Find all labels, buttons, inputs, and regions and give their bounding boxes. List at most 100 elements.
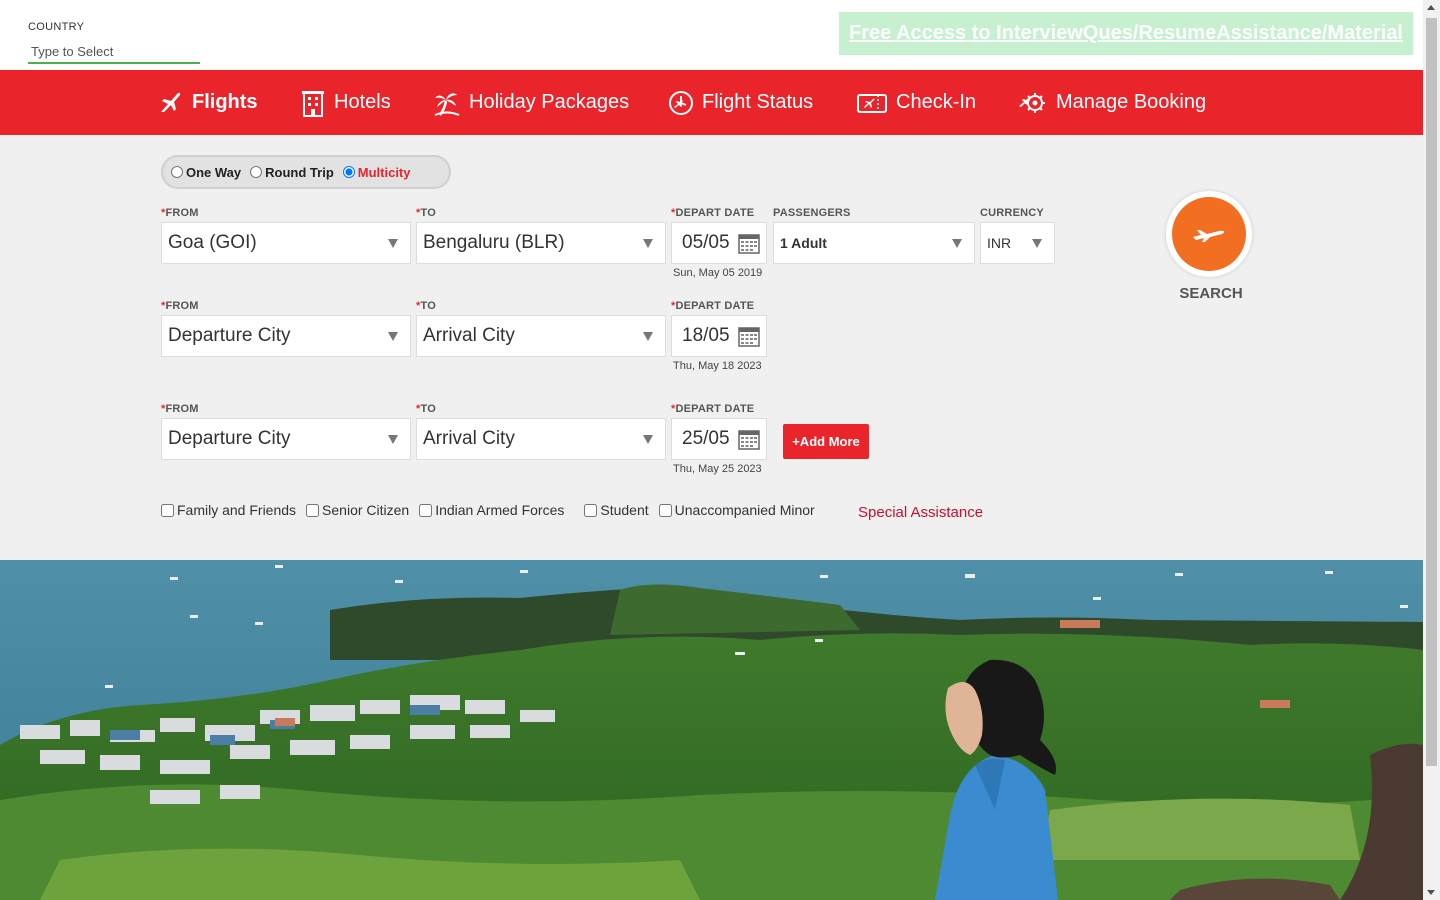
nav-hotels-label: Hotels: [334, 91, 391, 113]
country-input[interactable]: [28, 41, 200, 64]
search-label: SEARCH: [1179, 285, 1243, 302]
to-select[interactable]: Bengaluru (BLR): [416, 222, 666, 264]
passengers-label: PASSENGERS: [773, 207, 851, 219]
nav-checkin[interactable]: Check-In: [856, 70, 976, 135]
trip-one-way-radio[interactable]: [171, 166, 183, 178]
flight-status-icon: [669, 90, 693, 115]
from-label: *FROM: [161, 403, 199, 415]
to-value: Bengaluru (BLR): [423, 232, 565, 253]
concession-senior[interactable]: Senior Citizen: [306, 502, 409, 518]
depart-date-field[interactable]: 05/05: [671, 222, 767, 264]
special-assistance-link[interactable]: Special Assistance: [858, 504, 983, 521]
from-value: Departure City: [168, 325, 291, 346]
trip-one-way[interactable]: One Way: [171, 165, 241, 180]
depart-date-full: Thu, May 18 2023: [673, 360, 762, 372]
from-value: Departure City: [168, 428, 291, 449]
depart-date-value: 18/05: [682, 325, 730, 346]
nav-flights[interactable]: Flights: [158, 70, 258, 135]
main-nav: Flights Hotels Holiday Packages Flight S…: [0, 70, 1423, 135]
search-button[interactable]: [1166, 191, 1252, 277]
to-label: *TO: [416, 207, 436, 219]
promo-link[interactable]: Free Access to InterviewQues/ResumeAssis…: [849, 22, 1403, 45]
nav-hotels[interactable]: Hotels: [300, 70, 391, 135]
depart-date-full: Thu, May 25 2023: [673, 463, 762, 475]
passengers-value: 1 Adult: [780, 235, 827, 251]
concession-family-checkbox[interactable]: [161, 503, 174, 517]
from-label: *FROM: [161, 207, 199, 219]
page-scrollbar[interactable]: [1423, 0, 1440, 900]
calendar-icon[interactable]: [738, 325, 760, 347]
concession-armed-forces[interactable]: Indian Armed Forces: [419, 502, 564, 518]
currency-select[interactable]: INR: [980, 222, 1055, 264]
depart-date-label: *DEPART DATE: [671, 403, 755, 415]
from-value: Goa (GOI): [168, 232, 257, 253]
concession-minor[interactable]: Unaccompanied Minor: [658, 502, 815, 518]
to-label: *TO: [416, 300, 436, 312]
concession-armed-forces-label: Indian Armed Forces: [435, 502, 565, 518]
from-select[interactable]: Departure City: [161, 315, 411, 357]
promo-banner: Free Access to InterviewQues/ResumeAssis…: [839, 12, 1413, 55]
calendar-icon[interactable]: [738, 232, 760, 254]
trip-multicity[interactable]: Multicity: [342, 164, 411, 180]
country-label: COUNTRY: [28, 21, 85, 33]
trip-type-selector: One Way Round Trip Multicity: [161, 155, 451, 189]
nav-holiday-label: Holiday Packages: [469, 91, 630, 113]
scroll-down-icon[interactable]: [1427, 890, 1435, 895]
to-value: Arrival City: [423, 428, 515, 449]
hotel-icon: [302, 90, 324, 117]
to-value: Arrival City: [423, 325, 515, 346]
scrollbar-thumb[interactable]: [1426, 18, 1437, 766]
search-button-inner: [1172, 197, 1246, 271]
concession-options: Family and Friends Senior Citizen Indian…: [161, 502, 825, 518]
nav-manage-label: Manage Booking: [1056, 91, 1207, 113]
nav-checkin-label: Check-In: [896, 91, 977, 113]
nav-flight-status-label: Flight Status: [702, 91, 814, 113]
trip-one-way-label: One Way: [186, 164, 242, 180]
add-more-button[interactable]: +Add More: [783, 424, 869, 459]
depart-date-value: 05/05: [682, 232, 730, 253]
nav-holiday-packages[interactable]: Holiday Packages: [433, 70, 629, 135]
depart-date-label: *DEPART DATE: [671, 300, 755, 312]
chevron-down-icon: [952, 239, 962, 248]
checkin-icon: [857, 93, 887, 113]
concession-student[interactable]: Student: [584, 502, 649, 518]
chevron-down-icon: [1032, 239, 1042, 248]
trip-round-trip-radio[interactable]: [250, 166, 263, 178]
concession-senior-checkbox[interactable]: [306, 503, 320, 517]
concession-student-label: Student: [600, 502, 649, 518]
passengers-select[interactable]: 1 Adult: [773, 222, 975, 264]
trip-round-trip-label: Round Trip: [265, 164, 334, 180]
scroll-up-icon[interactable]: [1427, 5, 1435, 10]
currency-label: CURRENCY: [980, 207, 1044, 219]
concession-student-checkbox[interactable]: [584, 503, 598, 517]
concession-armed-forces-checkbox[interactable]: [419, 503, 433, 517]
from-select[interactable]: Goa (GOI): [161, 222, 411, 264]
chevron-down-icon: [643, 435, 653, 444]
nav-flight-status[interactable]: Flight Status: [668, 70, 813, 135]
depart-date-label: *DEPART DATE: [671, 207, 755, 219]
plane-icon: [161, 92, 181, 112]
chevron-down-icon: [388, 239, 398, 248]
concession-family-label: Family and Friends: [177, 502, 297, 518]
booking-panel: One Way Round Trip Multicity *FROM Goa (…: [0, 135, 1423, 560]
chevron-down-icon: [388, 435, 398, 444]
search-plane-icon: [1193, 230, 1225, 242]
trip-multicity-label: Multicity: [357, 164, 411, 180]
to-select[interactable]: Arrival City: [416, 418, 666, 460]
calendar-icon[interactable]: [738, 428, 760, 450]
depart-date-field[interactable]: 18/05: [671, 315, 767, 357]
top-bar: COUNTRY Free Access to InterviewQues/Res…: [0, 0, 1423, 70]
concession-family[interactable]: Family and Friends: [161, 502, 296, 518]
to-label: *TO: [416, 403, 436, 415]
trip-multicity-radio[interactable]: [342, 166, 355, 178]
depart-date-field[interactable]: 25/05: [671, 418, 767, 460]
from-select[interactable]: Departure City: [161, 418, 411, 460]
manage-booking-icon: [1019, 92, 1045, 113]
nav-manage-booking[interactable]: Manage Booking: [1018, 70, 1206, 135]
chevron-down-icon: [388, 332, 398, 341]
concession-minor-checkbox[interactable]: [658, 503, 672, 517]
trip-round-trip[interactable]: Round Trip: [250, 165, 334, 180]
to-select[interactable]: Arrival City: [416, 315, 666, 357]
from-label: *FROM: [161, 300, 199, 312]
concession-minor-label: Unaccompanied Minor: [674, 502, 815, 518]
